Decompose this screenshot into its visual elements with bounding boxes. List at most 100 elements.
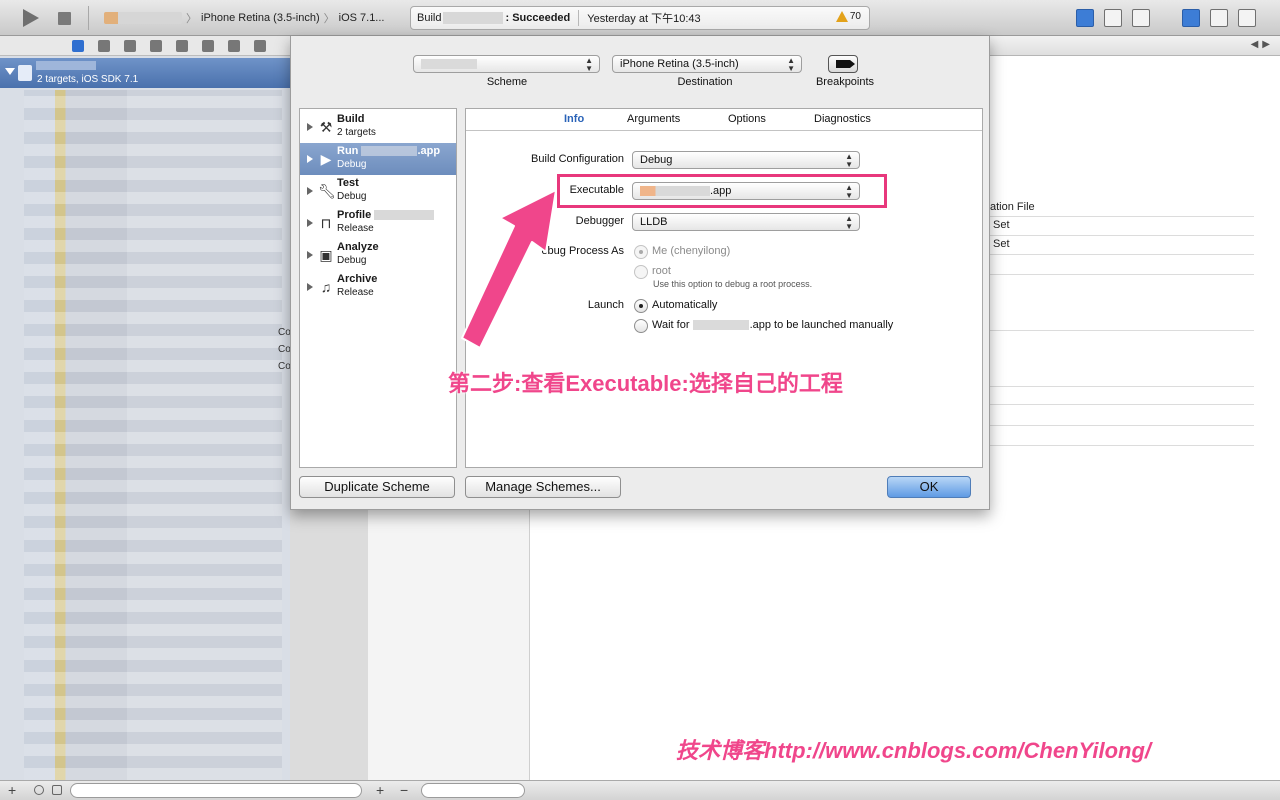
breakpoints-label: Breakpoints (815, 76, 875, 88)
scheme-label: Scheme (486, 76, 528, 88)
disclosure-triangle-icon[interactable] (307, 283, 313, 291)
debugger-popup[interactable]: LLDB ▲ ▼ (632, 213, 860, 231)
action-subtitle: 2 targets (337, 127, 376, 138)
action-archive[interactable]: ♫ Archive Release (300, 271, 456, 303)
launch-auto-radio[interactable] (634, 299, 648, 313)
action-name: Profile (337, 209, 435, 221)
debug-as-root-text: root (652, 265, 671, 277)
archive-icon: ♫ (320, 279, 332, 295)
assistant-editor-icon[interactable] (1104, 9, 1122, 27)
log-navigator-icon[interactable] (254, 39, 266, 52)
blog-annotation: 技术博客http://www.cnblogs.com/ChenYilong/ (676, 738, 1152, 763)
debug-area-toggle-icon[interactable] (1210, 9, 1228, 27)
build-config-label: Build Configuration (531, 153, 624, 165)
debug-as-me-radio[interactable] (634, 245, 648, 259)
search-navigator-icon[interactable] (124, 39, 136, 52)
action-test[interactable]: 🔧︎ Test Debug (300, 175, 456, 207)
popup-arrows-icon: ▲ ▼ (845, 152, 853, 169)
disclosure-triangle-icon[interactable] (307, 123, 313, 131)
disclosure-triangle-icon[interactable] (307, 219, 313, 227)
navigator-tab-bar (0, 36, 290, 56)
background-divider (990, 404, 1254, 405)
build-config-popup[interactable]: Debug ▲ ▼ (632, 151, 860, 169)
project-root-row[interactable]: 2 targets, iOS SDK 7.1 (0, 58, 290, 88)
add-file-icon[interactable]: + (8, 782, 16, 798)
destination-popup-value: iPhone Retina (3.5-inch) (620, 58, 739, 70)
manage-schemes-button[interactable]: Manage Schemes... (465, 476, 621, 498)
scheme-popup[interactable]: ▲ ▼ (413, 55, 600, 73)
sdk-name: iOS 7.1... (338, 12, 385, 24)
target-filter-input[interactable] (421, 783, 525, 798)
breakpoint-icon (836, 60, 855, 68)
symbol-navigator-icon[interactable] (98, 39, 110, 52)
background-divider (990, 274, 1254, 275)
background-divider (990, 330, 1254, 331)
launch-auto-text: Automatically (652, 299, 718, 311)
launch-wait-prefix: Wait for (652, 319, 690, 331)
debug-navigator-icon[interactable] (202, 39, 214, 52)
app-name-redacted (361, 146, 418, 157)
add-target-icon[interactable]: + (376, 782, 384, 798)
wrench-icon: 🔧︎ (318, 183, 336, 199)
debug-as-root-hint: Use this option to debug a root process. (653, 279, 813, 289)
activity-prefix: Build (417, 12, 442, 24)
background-cell: Set (993, 219, 1010, 231)
warning-icon (835, 11, 848, 22)
path-separator: 〉 (323, 13, 335, 25)
action-run[interactable]: ▶ Run .app Debug (300, 143, 456, 175)
bottom-bar: + + − (0, 780, 1280, 800)
tab-options[interactable]: Options (728, 113, 766, 125)
stop-icon[interactable] (56, 10, 72, 26)
background-divider (990, 386, 1254, 387)
action-subtitle: Debug (337, 255, 367, 266)
popup-arrows-icon: ▲ ▼ (585, 56, 593, 73)
navigator-filter-input[interactable] (70, 783, 362, 798)
activity-divider (578, 10, 580, 26)
tab-arguments[interactable]: Arguments (627, 113, 680, 125)
clamp-icon: ⊓ (320, 215, 332, 231)
scheme-action-list: ⚒ Build 2 targets ▶ Run .app Debug 🔧︎ Te… (299, 108, 457, 468)
breakpoints-toggle[interactable] (828, 55, 858, 73)
background-divider (990, 425, 1254, 426)
warning-count-value: 70 (849, 11, 861, 22)
activity-time: Yesterday at 下午10:43 (587, 13, 701, 25)
warning-count[interactable]: 70 (835, 11, 861, 22)
remove-target-icon[interactable]: − (400, 782, 408, 798)
breakpoint-navigator-icon[interactable] (228, 39, 240, 52)
debug-as-root-radio[interactable] (634, 265, 648, 279)
main-toolbar: 〉 iPhone Retina (3.5-inch) 〉 iOS 7.1... … (0, 0, 1280, 36)
launch-wait-radio[interactable] (634, 319, 648, 333)
tab-info[interactable]: Info (564, 113, 584, 125)
disclosure-triangle-icon[interactable] (307, 251, 313, 259)
utilities-toggle-icon[interactable] (1238, 9, 1256, 27)
hammer-icon: ⚒ (319, 119, 333, 135)
action-profile[interactable]: ⊓ Profile Release (300, 207, 456, 239)
action-name: Test (337, 177, 359, 189)
project-navigator-icon[interactable] (72, 39, 84, 52)
test-navigator-icon[interactable] (176, 39, 188, 52)
issue-navigator-icon[interactable] (150, 39, 162, 52)
project-name-redacted (36, 61, 96, 70)
duplicate-scheme-button[interactable]: Duplicate Scheme (299, 476, 455, 498)
background-column-header: ation File (990, 201, 1035, 213)
destination-popup[interactable]: iPhone Retina (3.5-inch) ▲ ▼ (612, 55, 802, 73)
version-editor-icon[interactable] (1132, 9, 1150, 27)
navigator-toggle-icon[interactable] (1182, 9, 1200, 27)
standard-editor-icon[interactable] (1076, 9, 1094, 27)
scm-filter-icon[interactable] (52, 785, 62, 795)
activity-viewer: Build : Succeeded Yesterday at 下午10:43 7… (410, 6, 870, 30)
disclosure-triangle-icon[interactable] (307, 187, 313, 195)
build-config-value: Debug (640, 154, 673, 166)
run-icon[interactable] (20, 8, 42, 28)
ok-button[interactable]: OK (887, 476, 971, 498)
scheme-path-control[interactable]: 〉 iPhone Retina (3.5-inch) 〉 iOS 7.1... (104, 10, 384, 26)
jump-bar-arrows-icon[interactable]: ◀▶ (1251, 39, 1274, 50)
debugger-value: LLDB (640, 216, 668, 228)
action-build[interactable]: ⚒ Build 2 targets (300, 111, 456, 143)
disclosure-triangle-icon[interactable] (5, 68, 15, 75)
disclosure-triangle-icon[interactable] (307, 155, 313, 163)
background-divider (990, 235, 1254, 236)
recent-files-icon[interactable] (34, 785, 44, 795)
action-analyze[interactable]: ▣ Analyze Debug (300, 239, 456, 271)
tab-diagnostics[interactable]: Diagnostics (814, 113, 871, 125)
